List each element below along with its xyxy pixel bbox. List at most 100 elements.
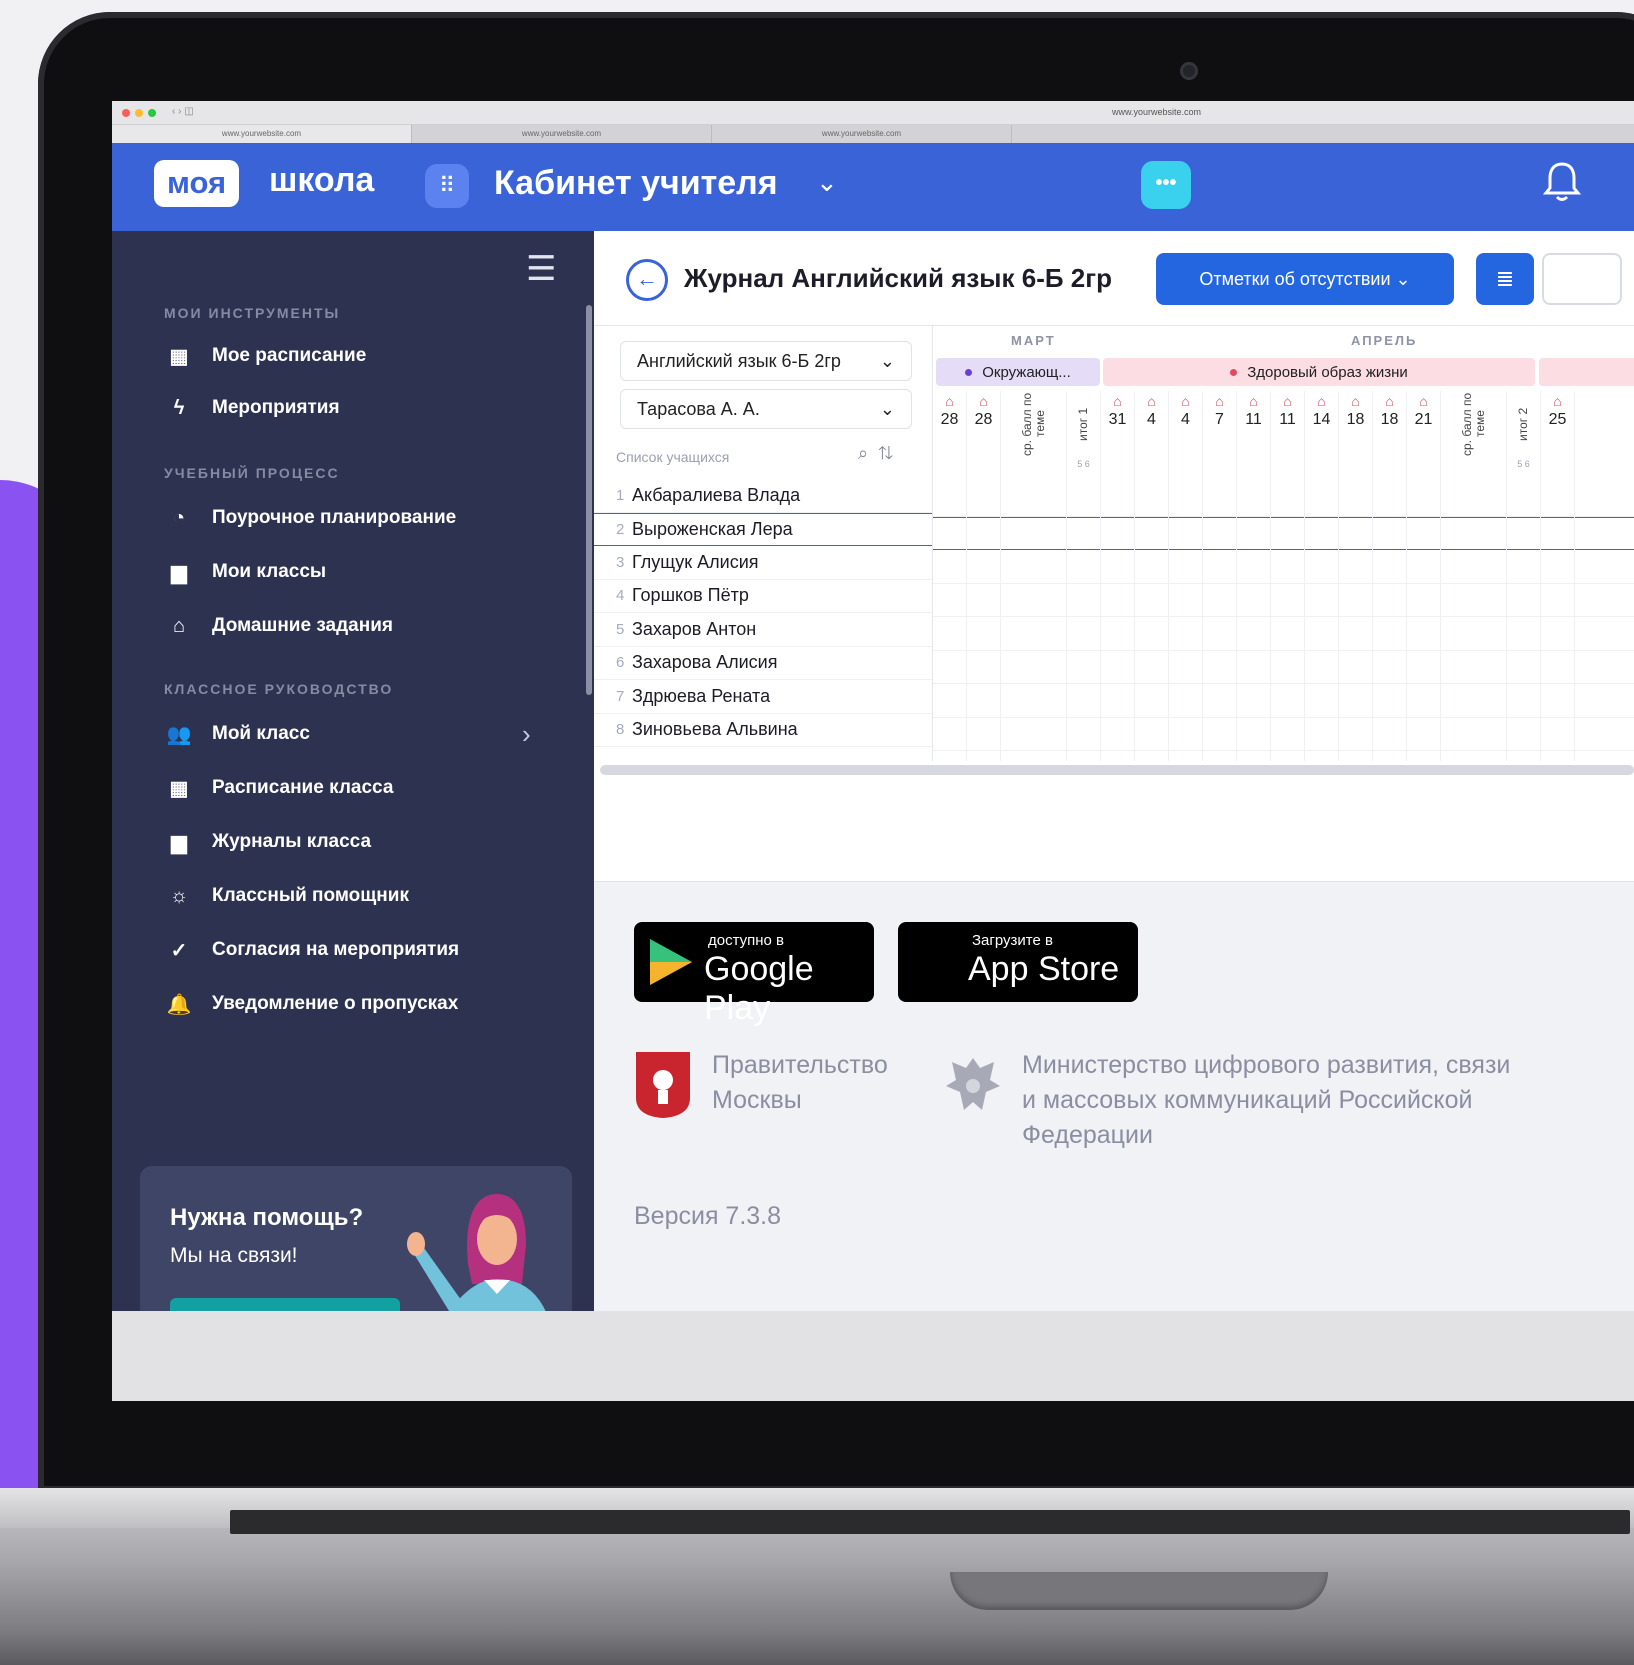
topic-chip[interactable]: Здоровый образ жизни — [1103, 358, 1535, 386]
student-number: 6 — [616, 654, 625, 672]
back-arrow-icon[interactable]: ← — [626, 259, 668, 301]
journal-column[interactable]: ⌂ 11 — [1271, 391, 1305, 761]
camera — [1180, 62, 1198, 80]
absence-marks-button[interactable]: Отметки об отсутствии ⌄ — [1156, 253, 1454, 305]
browser-nav-icons[interactable]: ‹ › ◫ — [172, 106, 194, 117]
sidebar-item-absence-notice[interactable]: 🔔 Уведомление о пропусках — [164, 989, 459, 1019]
total-header: итог 2 — [1516, 407, 1530, 441]
journal-column[interactable]: ⌂ 28 — [967, 391, 1001, 761]
subject-select[interactable]: Английский язык 6-Б 2гр ⌄ — [620, 341, 912, 381]
student-name: Глущук Алисия — [632, 551, 759, 572]
lesson-date: 11 — [1279, 411, 1296, 428]
users-icon: 👥 — [166, 723, 192, 746]
journal-column[interactable]: ⌂ 7 — [1203, 391, 1237, 761]
browser-tab[interactable]: www.yourwebsite.com — [712, 125, 1012, 143]
student-list: 1 Акбаралиева Влада 2 Выроженская Лера 3 Глущ… — [594, 479, 932, 747]
journal-column[interactable]: ⌂ 11 — [1237, 391, 1271, 761]
browser-tabs: www.yourwebsite.com www.yourwebsite.com … — [112, 125, 1634, 143]
lesson-date: 4 — [1147, 411, 1156, 428]
search-icon[interactable]: ⌕ — [858, 443, 878, 463]
horizontal-scrollbar[interactable] — [600, 765, 1634, 775]
app-store-button[interactable]: Загрузите в App Store — [898, 922, 1138, 1002]
browser-tab[interactable]: www.yourwebsite.com — [112, 125, 412, 143]
student-row[interactable]: 8 Зиновьева Альвина — [594, 714, 932, 747]
chat-icon[interactable]: ••• — [1141, 161, 1191, 209]
list-view-icon[interactable]: ≣ — [1476, 253, 1534, 305]
topic-chip[interactable] — [1539, 358, 1634, 386]
bell-icon[interactable] — [1542, 160, 1582, 214]
sidebar-item-class-schedule[interactable]: ▦ Расписание класса — [164, 773, 394, 803]
student-row[interactable]: 7 Здрюева Рената — [594, 680, 932, 714]
student-number: 8 — [616, 721, 625, 739]
sidebar-item-my-schedule[interactable]: ▦ Мое расписание — [164, 341, 367, 371]
journal-column[interactable]: итог 1 5 6 — [1067, 391, 1101, 761]
journal-column[interactable]: ⌂ 28 — [933, 391, 967, 761]
journal-column[interactable]: ⌂ 14 — [1305, 391, 1339, 761]
topic-chip[interactable]: Окружающ... — [936, 358, 1100, 386]
sidebar: ☰ МОИ ИНСТРУМЕНТЫ ▦ Мое расписание ϟ Мероп… — [112, 231, 594, 1391]
address-bar[interactable]: www.yourwebsite.com — [1112, 107, 1201, 117]
book-icon: ▆ — [171, 831, 187, 854]
sidebar-item-my-classes[interactable]: ▆ Мои классы — [164, 557, 326, 587]
list-tools: ⌕⇅ — [858, 443, 903, 464]
student-row[interactable]: 4 Горшков Пётр — [594, 580, 932, 613]
logo-shkola[interactable]: школа — [269, 161, 374, 200]
cabinet-title[interactable]: Кабинет учителя — [494, 164, 778, 203]
homework-icon: ⌂ — [945, 393, 954, 409]
laptop-notch — [950, 1572, 1328, 1610]
journal-column[interactable]: ⌂ 21 — [1407, 391, 1441, 761]
student-name: Горшков Пётр — [632, 585, 749, 606]
sort-icon[interactable]: ⇅ — [878, 443, 902, 463]
journal-column[interactable]: ⌂ 18 — [1373, 391, 1407, 761]
grid-view-button[interactable] — [1542, 253, 1622, 305]
journal-column[interactable]: ⌂ 4 — [1135, 391, 1169, 761]
total-scale: 5 6 — [1517, 459, 1530, 469]
student-number: 3 — [616, 553, 625, 571]
section-title: УЧЕБНЫЙ ПРОЦЕСС — [164, 465, 340, 481]
apps-grid-icon[interactable]: ⠿ — [425, 164, 469, 208]
student-row[interactable]: 5 Захаров Антон — [594, 613, 932, 647]
version-text: Версия 7.3.8 — [634, 1202, 782, 1230]
journal-column[interactable]: ⌂ 31 — [1101, 391, 1135, 761]
lesson-date: 18 — [1380, 411, 1399, 428]
browser-tab[interactable]: www.yourwebsite.com — [412, 125, 712, 143]
homework-icon: ⌂ — [1113, 393, 1122, 409]
sidebar-item-class-journals[interactable]: ▆ Журналы класса — [164, 827, 371, 857]
lesson-date: 7 — [1215, 411, 1224, 428]
student-row[interactable]: 1 Акбаралиева Влада — [594, 479, 932, 513]
journal-column[interactable]: ⌂ 18 — [1339, 391, 1373, 761]
student-row[interactable]: 3 Глущук Алисия — [594, 546, 932, 580]
clock-icon: ◔ — [172, 506, 186, 529]
keyboard-edge — [230, 1510, 1630, 1534]
lesson-date: 4 — [1181, 411, 1190, 428]
journal-column[interactable]: ср. балл по теме — [1001, 391, 1067, 761]
homework-icon: ⌂ — [1317, 393, 1326, 409]
sidebar-item-class-assistant[interactable]: ☼ Классный помощник — [164, 881, 409, 911]
homework-icon: ⌂ — [1385, 393, 1394, 409]
teacher-select[interactable]: Тарасова А. А. ⌄ — [620, 389, 912, 429]
sidebar-item-events[interactable]: ϟ Мероприятия — [164, 393, 340, 423]
chevron-down-icon[interactable]: ⌄ — [816, 167, 838, 198]
chevron-down-icon: ⌄ — [879, 398, 895, 419]
student-row[interactable]: 6 Захарова Алисия — [594, 647, 932, 680]
logo-moya[interactable]: моя — [154, 160, 240, 207]
window-controls[interactable] — [122, 109, 156, 117]
google-play-button[interactable]: доступно в Google Play — [634, 922, 874, 1027]
sidebar-item-lesson-planning[interactable]: ◔ Поурочное планирование — [164, 503, 456, 533]
journal-column[interactable]: итог 2 5 6 — [1507, 391, 1541, 761]
sidebar-item-homework[interactable]: ⌂ Домашние задания — [164, 611, 393, 641]
student-row[interactable]: 2 Выроженская Лера — [594, 512, 932, 546]
collapse-menu-icon[interactable]: ☰ — [526, 249, 556, 289]
sidebar-item-my-class[interactable]: 👥 Мой класс — [164, 719, 310, 749]
ministry-text: Министерство цифрового развития, связи и… — [1022, 1051, 1511, 1149]
student-name: Зиновьева Альвина — [632, 719, 798, 740]
chevron-right-icon[interactable]: › — [522, 719, 531, 750]
sidebar-item-event-consents[interactable]: ✓ Согласия на мероприятия — [164, 935, 459, 965]
russia-eagle-emblem-icon — [946, 1058, 1000, 1110]
avg-score-header: ср. балл по теме — [1019, 392, 1047, 456]
journal-column[interactable]: ⌂ 4 — [1169, 391, 1203, 761]
google-play-icon-part — [650, 962, 692, 985]
sidebar-scrollbar[interactable] — [586, 305, 592, 695]
journal-column[interactable]: ср. балл по теме — [1441, 391, 1507, 761]
journal-column[interactable]: ⌂ 25 — [1541, 391, 1575, 761]
